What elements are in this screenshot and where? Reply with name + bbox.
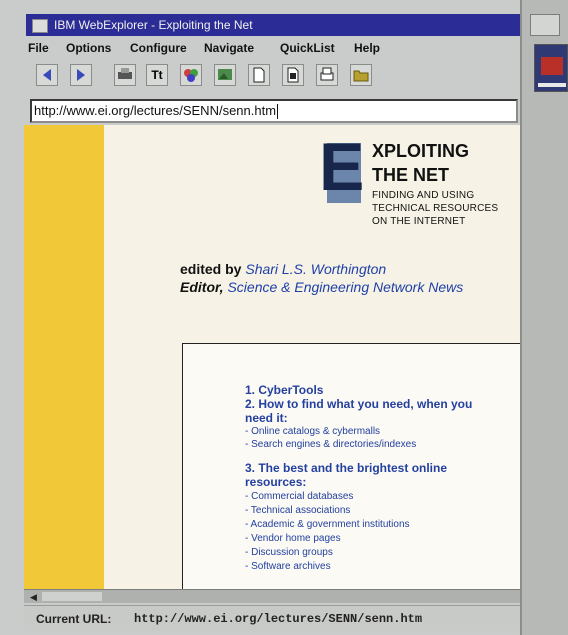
toc-link[interactable]: resources:: [245, 475, 306, 489]
toc-sublink[interactable]: - Vendor home pages: [245, 533, 341, 544]
desktop-thumbnail-icon[interactable]: [534, 44, 568, 92]
forward-button[interactable]: [70, 64, 92, 86]
decorative-side-strip: [24, 125, 104, 589]
status-url: http://www.ei.org/lectures/SENN/senn.htm: [134, 612, 423, 626]
document-icon: [253, 67, 265, 83]
toolbar: Tt: [26, 60, 520, 90]
status-label: Current URL:: [36, 612, 112, 626]
url-text: http://www.ei.org/lectures/SENN/senn.htm: [34, 103, 277, 118]
title-bar: IBM WebExplorer - Exploiting the Net: [26, 14, 520, 36]
back-arrow-icon: [43, 69, 51, 81]
toc-sublink[interactable]: - Software archives: [245, 561, 331, 572]
status-bar: Current URL: http://www.ei.org/lectures/…: [24, 605, 520, 631]
page-heading-line2: THE NET: [372, 165, 450, 185]
exploiting-logo: E: [319, 133, 364, 203]
print-button[interactable]: [316, 64, 338, 86]
print-icon: [320, 67, 334, 81]
toc-link[interactable]: 3. The best and the brightest online: [245, 461, 447, 475]
toc-sublink[interactable]: - Search engines & directories/indexes: [245, 439, 416, 450]
toc-sublink[interactable]: - Academic & government institutions: [245, 519, 410, 530]
back-button[interactable]: [36, 64, 58, 86]
print-screen-button[interactable]: [114, 64, 136, 86]
subtitle-line: TECHNICAL RESOURCES: [372, 203, 499, 214]
editor-name-link[interactable]: Shari L.S. Worthington: [245, 261, 386, 277]
folder-icon: [353, 70, 369, 82]
color-palette-icon: [184, 69, 198, 82]
menu-quicklist[interactable]: QuickList: [280, 38, 335, 58]
open-document-button[interactable]: [282, 64, 304, 86]
folder-button[interactable]: [350, 64, 372, 86]
subtitle-line: FINDING AND USING: [372, 190, 475, 201]
printer-icon: [118, 68, 132, 79]
color-button[interactable]: [180, 64, 202, 86]
image-icon: [218, 69, 232, 80]
toc-link[interactable]: 1. CyberTools: [245, 383, 323, 397]
toc-link[interactable]: 2. How to find what you need, when you: [245, 397, 472, 411]
toc-sublink[interactable]: - Online catalogs & cybermalls: [245, 426, 380, 437]
subtitle-line: ON THE INTERNET: [372, 216, 466, 227]
menu-bar: File Options Configure Navigate QuickLis…: [26, 38, 520, 58]
page-heading-line1: XPLOITING: [372, 141, 470, 161]
toc-sublink[interactable]: - Discussion groups: [245, 547, 333, 558]
editor-line: Editor, Science & Engineering Network Ne…: [180, 279, 463, 295]
toc-sublink[interactable]: - Technical associations: [245, 505, 350, 516]
menu-options[interactable]: Options: [66, 38, 111, 58]
window-control-box[interactable]: [530, 14, 560, 36]
scrollbar-thumb[interactable]: [42, 592, 102, 601]
editor-role-label: Editor,: [180, 279, 224, 295]
toc-sublink[interactable]: - Commercial databases: [245, 491, 353, 502]
horizontal-scrollbar[interactable]: ◀: [24, 589, 520, 603]
text-caret: [277, 104, 279, 120]
scroll-left-arrow-icon[interactable]: ◀: [30, 592, 37, 602]
text-format-button[interactable]: Tt: [146, 64, 168, 86]
system-menu-icon[interactable]: [32, 19, 48, 33]
image-button[interactable]: [214, 64, 236, 86]
logo-letter: E: [319, 129, 365, 205]
web-page-content: E XPLOITING THE NET FINDING AND USING TE…: [24, 125, 520, 589]
document-icon: [287, 67, 299, 83]
forward-arrow-icon: [77, 69, 85, 81]
menu-help[interactable]: Help: [354, 38, 380, 58]
publication-link[interactable]: Science & Engineering Network News: [227, 279, 463, 295]
window-title: IBM WebExplorer - Exploiting the Net: [54, 18, 253, 32]
adjacent-window-frame: [520, 0, 568, 635]
menu-navigate[interactable]: Navigate: [204, 38, 254, 58]
new-document-button[interactable]: [248, 64, 270, 86]
text-format-icon: Tt: [151, 68, 163, 82]
url-input[interactable]: http://www.ei.org/lectures/SENN/senn.htm: [30, 99, 518, 123]
edited-by-label: edited by: [180, 261, 242, 277]
menu-file[interactable]: File: [28, 38, 49, 58]
edited-by-line: edited by Shari L.S. Worthington: [180, 261, 386, 277]
menu-configure[interactable]: Configure: [130, 38, 187, 58]
toc-link[interactable]: need it:: [245, 411, 288, 425]
